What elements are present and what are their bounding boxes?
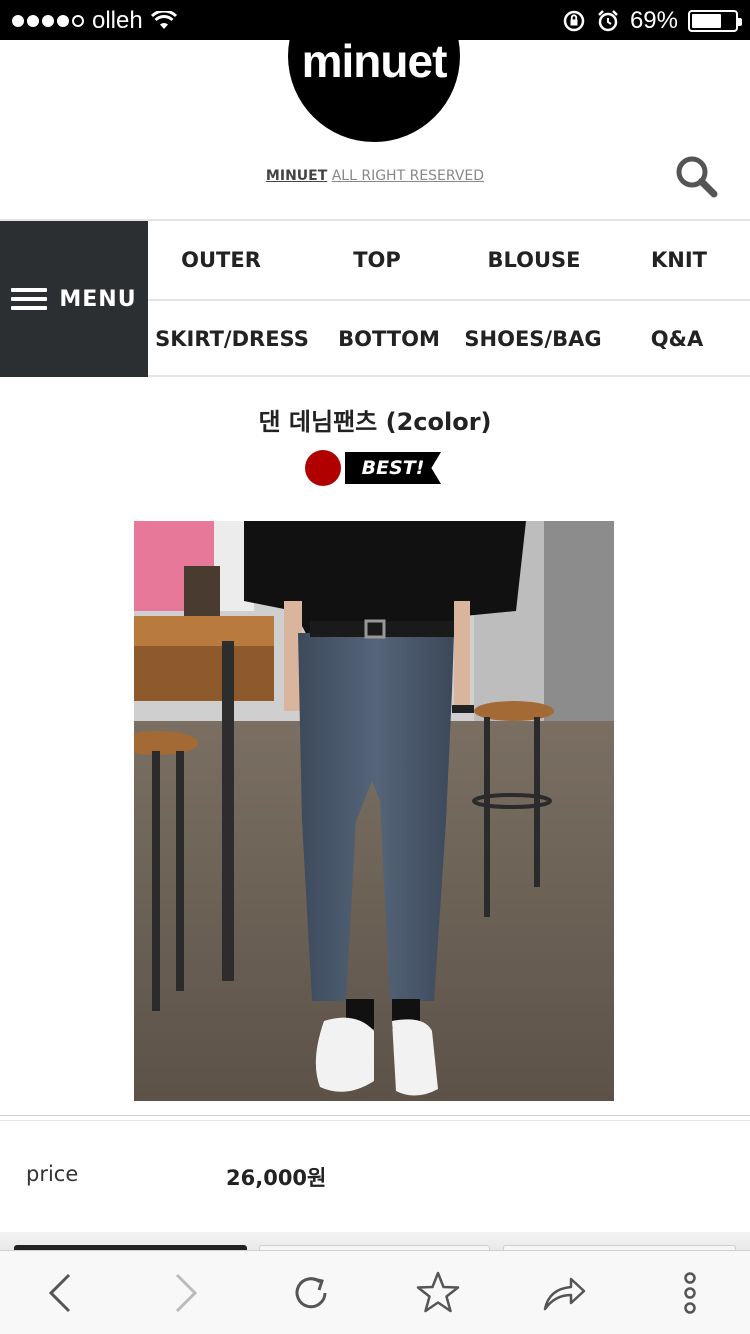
back-icon	[48, 1273, 71, 1313]
menu-label: MENU	[59, 286, 137, 312]
battery-percent: 69%	[629, 7, 678, 34]
red-dot-icon	[305, 450, 341, 486]
share-button[interactable]	[540, 1269, 588, 1317]
product-photo[interactable]	[134, 521, 614, 1101]
copyright-brand: MINUET	[265, 168, 328, 184]
best-badge: BEST!	[345, 452, 441, 484]
category-qna[interactable]: Q&A	[604, 327, 750, 351]
category-row-1: OUTER TOP BLOUSE KNIT	[148, 221, 750, 299]
reload-button[interactable]	[287, 1269, 335, 1317]
category-nav: MENU OUTER TOP BLOUSE KNIT SKIRT/DRESS B…	[0, 219, 750, 377]
section-divider-secondary	[0, 1120, 750, 1121]
more-icon	[684, 1272, 696, 1314]
price-value: 26,000원	[226, 1166, 327, 1190]
price-label: price	[26, 1162, 79, 1186]
browser-toolbar	[0, 1250, 750, 1334]
category-skirt-dress[interactable]: SKIRT/DRESS	[148, 327, 316, 351]
category-top[interactable]: TOP	[294, 248, 460, 272]
site-logo[interactable]: minuet	[288, 0, 460, 142]
status-icons: 69%	[562, 7, 742, 35]
back-button[interactable]	[36, 1269, 84, 1317]
reload-icon	[295, 1277, 327, 1309]
search-button[interactable]	[672, 152, 720, 200]
bookmark-button[interactable]	[414, 1269, 462, 1317]
battery-icon	[688, 10, 742, 32]
category-outer[interactable]: OUTER	[148, 248, 294, 272]
bookmark-star-icon	[416, 1271, 460, 1313]
forward-icon	[175, 1273, 198, 1313]
option-tabs-strip	[0, 1232, 750, 1252]
category-shoes-bag[interactable]: SHOES/BAG	[462, 327, 604, 351]
copyright-line: MINUET ALL RIGHT RESERVED	[0, 168, 750, 184]
category-knit[interactable]: KNIT	[608, 248, 750, 272]
forward-button[interactable]	[162, 1269, 210, 1317]
copyright-text: ALL RIGHT RESERVED	[331, 168, 485, 184]
product-photo-illustration	[134, 521, 614, 1101]
product-title: 댄 데님팬츠 (2color)	[258, 408, 492, 436]
alarm-icon	[598, 10, 618, 32]
section-divider	[0, 1115, 750, 1116]
category-blouse[interactable]: BLOUSE	[460, 248, 608, 272]
orientation-lock-icon	[563, 10, 585, 32]
share-icon	[543, 1277, 586, 1311]
menu-button[interactable]: MENU	[0, 221, 148, 377]
category-bottom[interactable]: BOTTOM	[316, 327, 462, 351]
more-button[interactable]	[666, 1269, 714, 1317]
logo-text: minuet	[301, 35, 448, 87]
search-icon	[676, 156, 718, 198]
hamburger-icon	[11, 288, 48, 310]
badge-group: BEST!	[305, 450, 441, 486]
category-grid: OUTER TOP BLOUSE KNIT SKIRT/DRESS BOTTOM…	[148, 221, 750, 377]
category-row-2: SKIRT/DRESS BOTTOM SHOES/BAG Q&A	[148, 299, 750, 377]
